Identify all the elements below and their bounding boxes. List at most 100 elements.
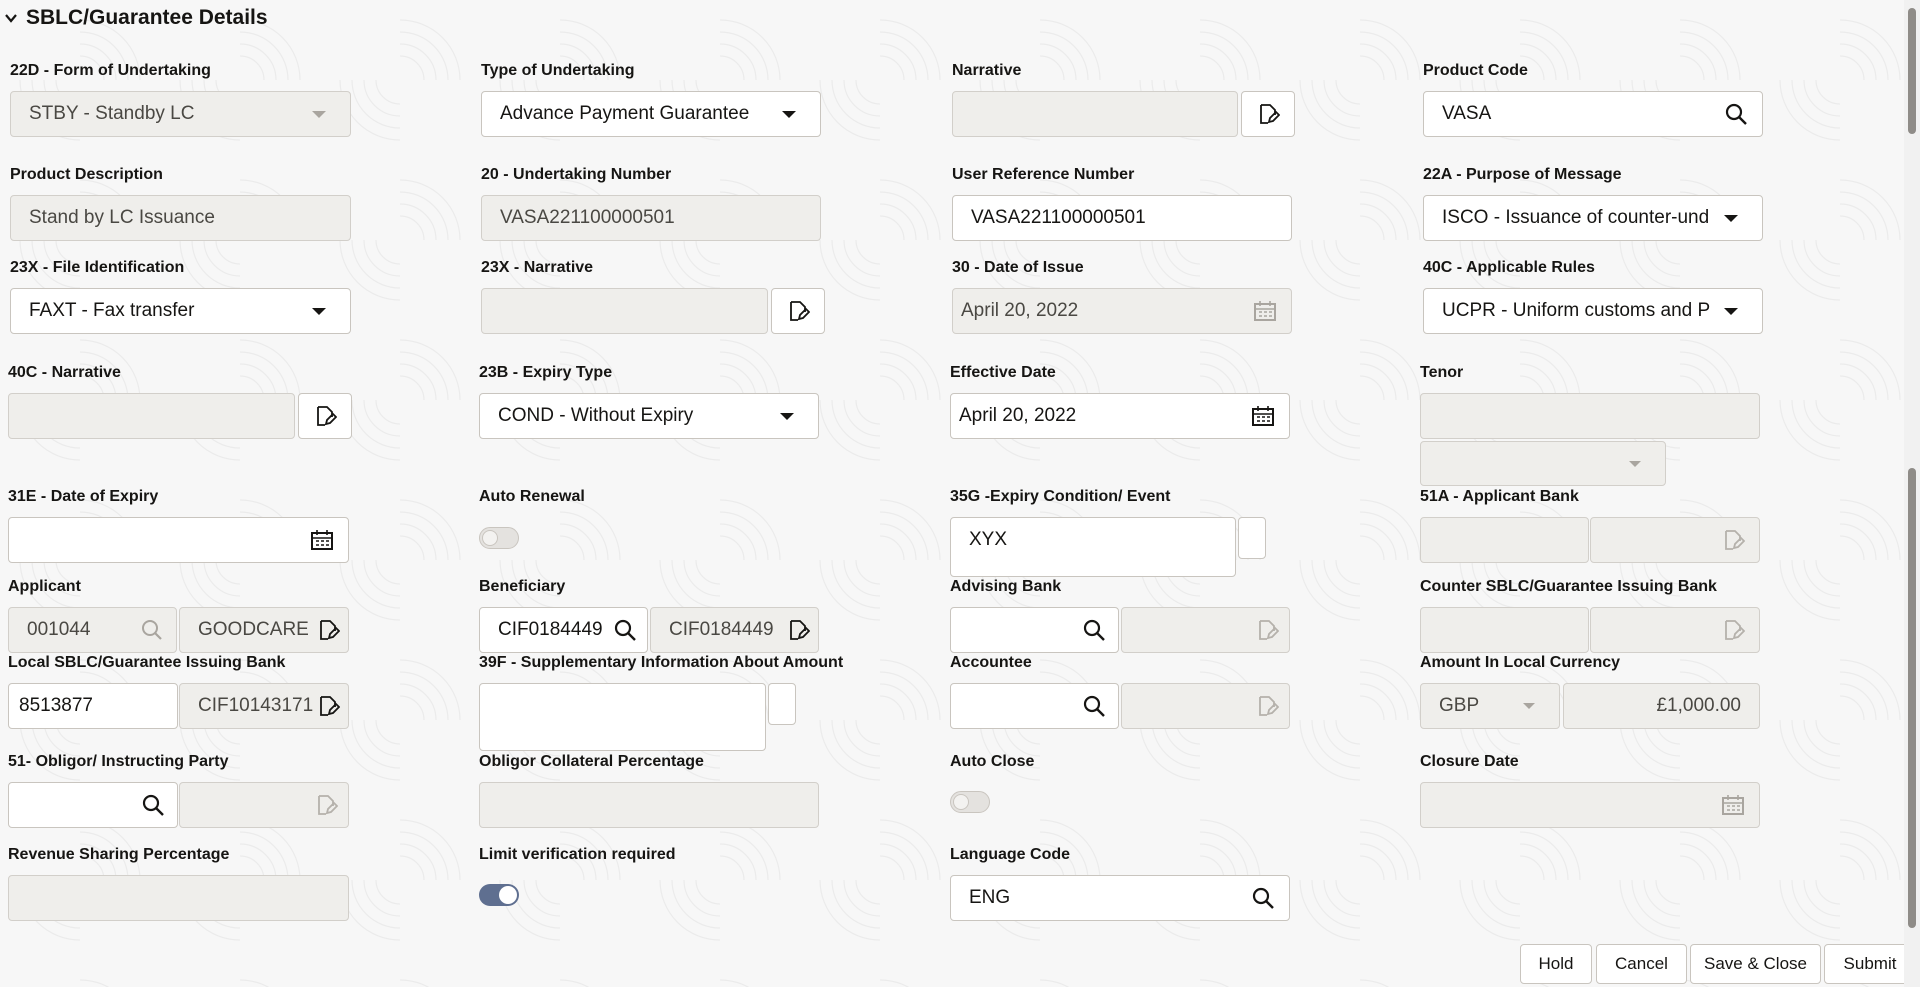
search-icon[interactable] bbox=[1724, 102, 1748, 126]
narrative-edit-button[interactable] bbox=[1241, 91, 1295, 137]
product-description-label: Product Description bbox=[10, 166, 163, 184]
section-header[interactable]: SBLC/Guarantee Details bbox=[4, 4, 268, 32]
calendar-icon bbox=[1721, 793, 1745, 817]
expiry-type-select[interactable]: COND - Without Expiry bbox=[479, 393, 819, 439]
calendar-icon[interactable] bbox=[1251, 404, 1275, 428]
file-identification-value: FAXT - Fax transfer bbox=[11, 300, 312, 322]
file-identification-label: 23X - File Identification bbox=[10, 259, 184, 277]
supplementary-info-textarea[interactable] bbox=[479, 683, 766, 751]
search-icon[interactable] bbox=[1251, 886, 1275, 910]
type-of-undertaking-select[interactable]: Advance Payment Guarantee bbox=[481, 91, 821, 137]
local-issuing-bank-name-input[interactable]: CIF10143171 bbox=[179, 683, 349, 729]
hold-button[interactable]: Hold bbox=[1520, 944, 1592, 984]
narrative-23x-edit-button[interactable] bbox=[771, 288, 825, 334]
narrative-40c-input[interactable] bbox=[8, 393, 295, 439]
tenor-unit-select bbox=[1420, 441, 1666, 486]
edit-icon[interactable] bbox=[316, 618, 340, 642]
product-description-input: Stand by LC Issuance bbox=[10, 195, 351, 241]
cancel-button[interactable]: Cancel bbox=[1596, 944, 1687, 984]
obligor-collateral-input bbox=[479, 782, 819, 828]
type-of-undertaking-label: Type of Undertaking bbox=[481, 62, 635, 80]
chevron-down-icon[interactable] bbox=[4, 11, 18, 25]
auto-close-label: Auto Close bbox=[950, 753, 1034, 771]
edit-icon bbox=[1256, 102, 1280, 126]
search-icon[interactable] bbox=[141, 793, 165, 817]
counter-issuing-bank-id-input bbox=[1420, 607, 1589, 653]
applicant-name-input[interactable]: GOODCARE bbox=[179, 607, 349, 653]
form-of-undertaking-value: STBY - Standby LC bbox=[11, 103, 312, 125]
expiry-type-value: COND - Without Expiry bbox=[480, 405, 780, 427]
date-of-issue-value: April 20, 2022 bbox=[953, 300, 1253, 322]
edit-icon[interactable] bbox=[786, 618, 810, 642]
advising-bank-id-input[interactable] bbox=[950, 607, 1119, 653]
search-icon[interactable] bbox=[613, 618, 637, 642]
purpose-of-message-label: 22A - Purpose of Message bbox=[1423, 166, 1622, 184]
beneficiary-id-input[interactable]: CIF0184449 bbox=[479, 607, 648, 653]
form-of-undertaking-label: 22D - Form of Undertaking bbox=[10, 62, 211, 80]
expiry-condition-input[interactable]: XYX bbox=[950, 517, 1236, 577]
applicant-id-value: 001044 bbox=[9, 619, 140, 641]
search-icon[interactable] bbox=[1082, 618, 1106, 642]
narrative-23x-input[interactable] bbox=[481, 288, 768, 334]
section-title: SBLC/Guarantee Details bbox=[26, 6, 268, 30]
calendar-icon[interactable] bbox=[310, 528, 334, 552]
expiry-condition-label: 35G -Expiry Condition/ Event bbox=[950, 488, 1170, 506]
closure-date-input bbox=[1420, 782, 1760, 828]
revenue-sharing-label: Revenue Sharing Percentage bbox=[8, 846, 229, 864]
file-identification-select[interactable]: FAXT - Fax transfer bbox=[10, 288, 351, 334]
applicant-name-value: GOODCARE bbox=[180, 619, 316, 641]
save-close-button[interactable]: Save & Close bbox=[1690, 944, 1821, 984]
limit-verification-toggle[interactable] bbox=[479, 884, 519, 906]
applicant-id-input[interactable]: 001044 bbox=[8, 607, 177, 653]
narrative-input[interactable] bbox=[952, 91, 1238, 137]
search-icon[interactable] bbox=[140, 618, 164, 642]
type-of-undertaking-value: Advance Payment Guarantee bbox=[482, 103, 782, 125]
date-of-issue-input: April 20, 2022 bbox=[952, 288, 1292, 334]
effective-date-label: Effective Date bbox=[950, 364, 1056, 382]
submit-button[interactable]: Submit bbox=[1824, 944, 1916, 984]
applicable-rules-select[interactable]: UCPR - Uniform customs and P bbox=[1423, 288, 1763, 334]
accountee-id-input[interactable] bbox=[950, 683, 1119, 729]
edit-icon[interactable] bbox=[316, 694, 340, 718]
effective-date-value: April 20, 2022 bbox=[951, 405, 1251, 427]
purpose-of-message-value: ISCO - Issuance of counter-und bbox=[1424, 207, 1724, 229]
chevron-down-icon bbox=[1724, 308, 1738, 315]
date-of-issue-label: 30 - Date of Issue bbox=[952, 259, 1084, 277]
expiry-condition-edit-button[interactable] bbox=[1238, 517, 1266, 559]
scrollbar-thumb[interactable] bbox=[1908, 468, 1916, 928]
auto-close-toggle[interactable] bbox=[950, 791, 990, 813]
search-icon[interactable] bbox=[1082, 694, 1106, 718]
advising-bank-label: Advising Bank bbox=[950, 578, 1061, 596]
beneficiary-name-input[interactable]: CIF0184449 bbox=[650, 607, 819, 653]
narrative-23x-label: 23X - Narrative bbox=[481, 259, 593, 277]
product-code-input[interactable]: VASA bbox=[1423, 91, 1763, 137]
chevron-down-icon bbox=[1629, 461, 1641, 467]
edit-icon bbox=[1721, 618, 1745, 642]
chevron-down-icon bbox=[1724, 215, 1738, 222]
language-code-input[interactable]: ENG bbox=[950, 875, 1290, 921]
auto-renewal-label: Auto Renewal bbox=[479, 488, 585, 506]
effective-date-input[interactable]: April 20, 2022 bbox=[950, 393, 1290, 439]
revenue-sharing-input bbox=[8, 875, 349, 921]
advising-bank-name-input bbox=[1121, 607, 1290, 653]
scrollbar-thumb-top[interactable] bbox=[1908, 8, 1916, 134]
amount-input: £1,000.00 bbox=[1563, 683, 1760, 729]
chevron-down-icon bbox=[782, 111, 796, 118]
narrative-40c-edit-button[interactable] bbox=[298, 393, 352, 439]
currency-select: GBP bbox=[1420, 683, 1560, 729]
amount-value: £1,000.00 bbox=[1564, 695, 1759, 717]
tenor-label: Tenor bbox=[1420, 364, 1463, 382]
local-issuing-bank-id-input[interactable]: 8513877 bbox=[8, 683, 178, 729]
supplementary-info-edit-button[interactable] bbox=[768, 683, 796, 725]
language-code-value: ENG bbox=[951, 887, 1251, 909]
obligor-id-input[interactable] bbox=[8, 782, 178, 828]
currency-value: GBP bbox=[1421, 695, 1523, 717]
vertical-scrollbar[interactable] bbox=[1904, 0, 1920, 987]
auto-renewal-toggle[interactable] bbox=[479, 527, 519, 549]
undertaking-number-value: VASA221100000501 bbox=[482, 207, 820, 229]
form-of-undertaking-select[interactable]: STBY - Standby LC bbox=[10, 91, 351, 137]
date-of-expiry-input[interactable] bbox=[8, 517, 349, 563]
chevron-down-icon bbox=[312, 111, 326, 118]
user-reference-number-input[interactable]: VASA221100000501 bbox=[952, 195, 1292, 241]
purpose-of-message-select[interactable]: ISCO - Issuance of counter-und bbox=[1423, 195, 1763, 241]
